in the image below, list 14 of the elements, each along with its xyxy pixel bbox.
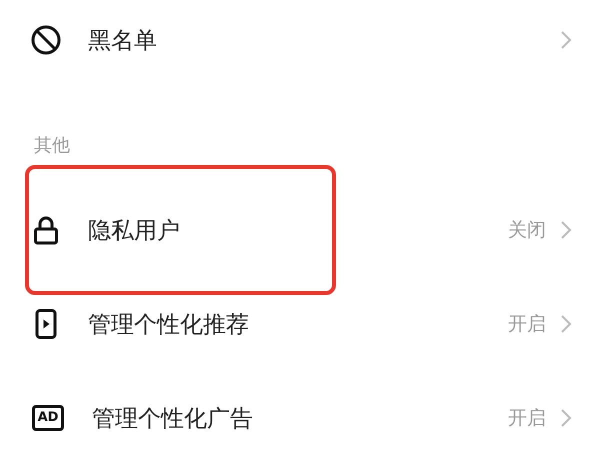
row-label: 管理个性化广告	[92, 404, 253, 434]
chevron-icon	[560, 314, 572, 334]
block-icon	[30, 24, 62, 56]
row-label: 隐私用户	[88, 216, 180, 246]
chevron-icon	[560, 220, 572, 240]
row-value: 开启	[508, 312, 546, 337]
row-label: 黑名单	[88, 26, 157, 56]
ad-icon: AD	[32, 405, 64, 431]
row-value: 关闭	[508, 218, 546, 243]
row-label: 管理个性化推荐	[88, 310, 249, 340]
chevron-icon	[560, 30, 572, 50]
section-title: 其他	[34, 134, 70, 157]
chevron-icon	[560, 408, 572, 428]
row-value: 开启	[508, 406, 546, 431]
